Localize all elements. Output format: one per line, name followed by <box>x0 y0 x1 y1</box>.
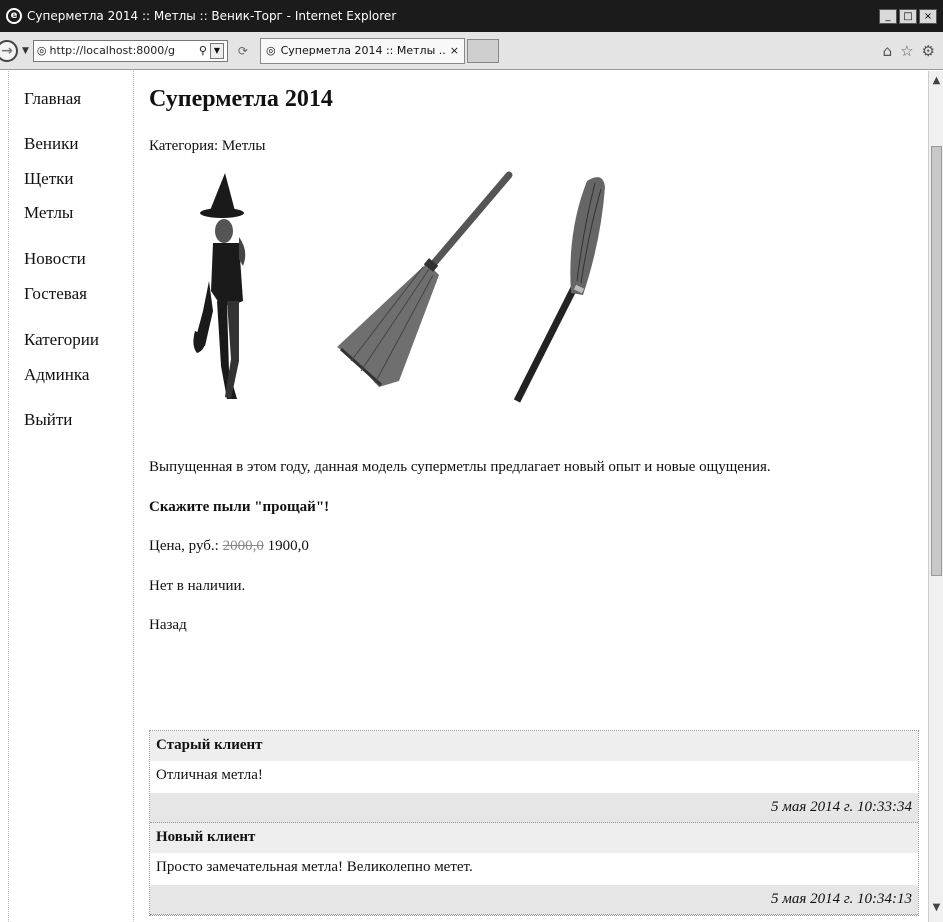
back-link[interactable]: Назад <box>149 617 187 634</box>
sidebar-item-shchetki[interactable]: Щетки <box>24 169 73 189</box>
sidebar-item-metly[interactable]: Метлы <box>24 203 73 223</box>
sidebar-item-logout[interactable]: Выйти <box>24 410 72 430</box>
refresh-icon[interactable]: ⟳ <box>238 44 248 58</box>
sidebar-item-guestbook[interactable]: Гостевая <box>24 284 87 304</box>
comment-date: 5 мая 2014 г. 10:33:34 <box>150 793 918 823</box>
product-images <box>193 171 605 403</box>
product-title: Суперметла 2014 <box>149 86 333 112</box>
product-price: Цена, руб.: 2000,0 1900,0 <box>149 538 309 555</box>
window-controls: _ □ × <box>879 8 937 24</box>
comments-list: Старый клиент Отличная метла! 5 мая 2014… <box>149 730 919 916</box>
scroll-down-icon[interactable]: ▼ <box>929 902 943 918</box>
forward-arrow-icon[interactable]: → <box>0 39 18 62</box>
comment-author: Новый клиент <box>150 823 918 853</box>
scrollbar-thumb[interactable] <box>931 146 942 576</box>
comment-author: Старый клиент <box>150 731 918 761</box>
tab-page-icon: ◎ <box>265 44 276 57</box>
sidebar-item-home[interactable]: Главная <box>24 89 81 109</box>
ie-logo-icon: e <box>6 8 22 24</box>
sidebar-item-veniki[interactable]: Веники <box>24 134 78 154</box>
product-category: Категория: Метлы <box>149 138 266 154</box>
broom-image <box>337 171 513 387</box>
comment-text: Отличная метла! <box>150 761 918 793</box>
scroll-up-icon[interactable]: ▲ <box>929 75 943 91</box>
besom-image <box>513 177 605 403</box>
page-globe-icon: ◎ <box>36 44 47 57</box>
price-label: Цена, руб.: <box>149 538 219 554</box>
old-price: 2000,0 <box>222 538 264 554</box>
address-url[interactable]: http://localhost:8000/g <box>50 44 196 57</box>
new-tab-button[interactable] <box>466 38 499 63</box>
sidebar: Главная Веники Щетки Метлы Новости Госте… <box>9 71 134 922</box>
minimize-button[interactable]: _ <box>879 8 897 24</box>
availability-status: Нет в наличии. <box>149 578 246 594</box>
maximize-button[interactable]: □ <box>899 8 917 24</box>
window-titlebar: e Суперметла 2014 :: Метлы :: Веник-Торг… <box>0 0 943 32</box>
close-button[interactable]: × <box>919 8 937 24</box>
window-title: Суперметла 2014 :: Метлы :: Веник-Торг -… <box>27 9 397 23</box>
settings-gear-icon[interactable]: ⚙ <box>922 42 935 60</box>
witch-image <box>193 173 246 399</box>
tab-active[interactable]: ◎ Суперметла 2014 :: Метлы ... × <box>259 37 465 64</box>
vertical-scrollbar[interactable]: ▲ ▼ <box>928 71 943 922</box>
sidebar-item-categories[interactable]: Категории <box>24 330 99 350</box>
comment-item: Новый клиент Просто замечательная метла!… <box>150 823 918 915</box>
favorites-star-icon[interactable]: ☆ <box>900 42 913 60</box>
search-icon[interactable]: ⚲ <box>199 44 207 57</box>
product-slogan: Скажите пыли "прощай"! <box>149 499 330 515</box>
history-dropdown-icon[interactable]: ▼ <box>22 46 29 56</box>
home-icon[interactable]: ⌂ <box>883 42 893 60</box>
toolbar-right-icons: ⌂ ☆ ⚙ <box>883 42 935 60</box>
browser-toolbar: ← → ▼ ◎ http://localhost:8000/g ⚲ ▼ ⟳ ◎ … <box>0 32 943 606</box>
comment-text: Просто замечательная метла! Великолепно … <box>150 853 918 885</box>
sidebar-item-news[interactable]: Новости <box>24 249 86 269</box>
comment-date: 5 мая 2014 г. 10:34:13 <box>150 885 918 915</box>
product-description: Выпущенная в этом году, данная модель су… <box>149 459 771 475</box>
comment-item: Старый клиент Отличная метла! 5 мая 2014… <box>150 731 918 823</box>
tab-close-icon[interactable]: × <box>450 44 459 57</box>
address-bar[interactable]: ◎ http://localhost:8000/g ⚲ ▼ <box>32 39 228 62</box>
address-dropdown-icon[interactable]: ▼ <box>209 42 224 59</box>
sidebar-item-admin[interactable]: Админка <box>24 365 89 385</box>
new-price: 1900,0 <box>267 538 309 554</box>
page-viewport: Главная Веники Щетки Метлы Новости Госте… <box>8 71 928 922</box>
tab-title: Суперметла 2014 :: Метлы ... <box>280 44 445 57</box>
